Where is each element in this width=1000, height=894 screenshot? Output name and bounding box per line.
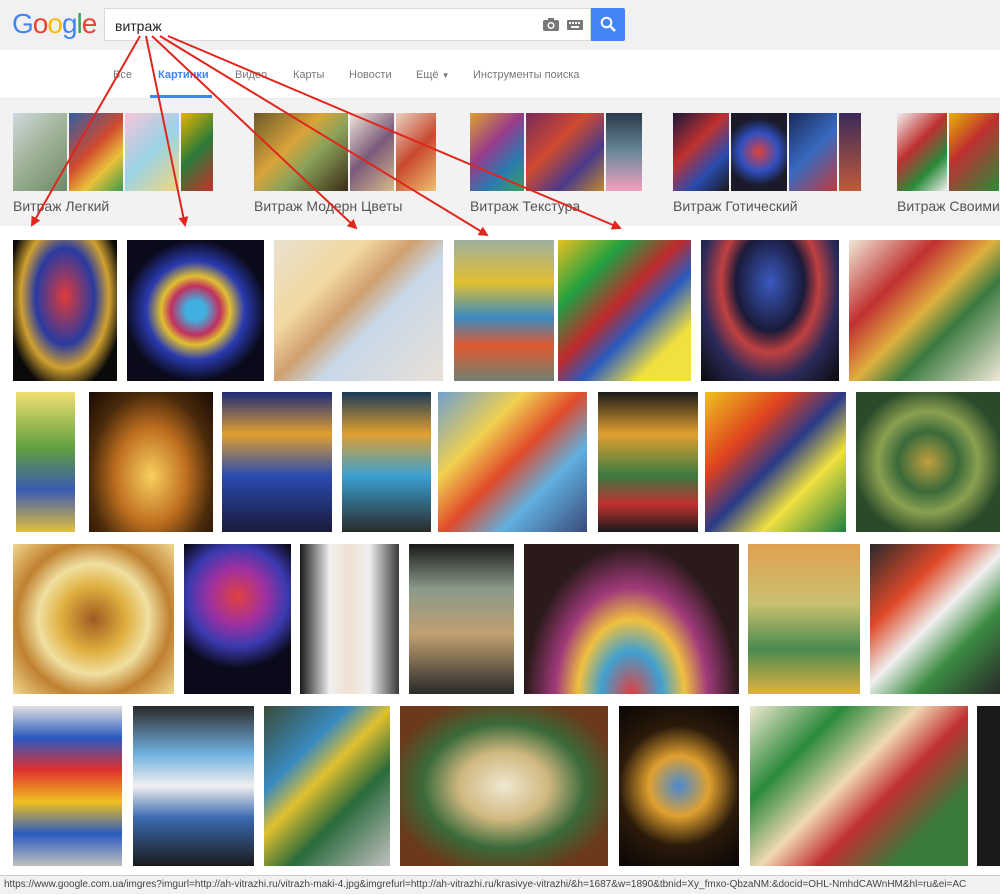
active-tab-indicator (150, 95, 212, 98)
chip-thumbnails (254, 113, 436, 191)
chip-thumbnails (470, 113, 642, 191)
image-result[interactable] (400, 706, 608, 866)
tab-maps[interactable]: Карты (293, 69, 324, 81)
logo-letter: o (47, 8, 63, 39)
tab-all[interactable]: Все (113, 69, 132, 81)
tab-more-label: Ещё (416, 69, 439, 81)
chip-label: Витраж Своими (897, 198, 1000, 214)
logo-letter: e (81, 8, 98, 39)
related-chip-diy[interactable]: Витраж Своими (897, 113, 1000, 223)
image-result[interactable] (342, 392, 431, 532)
search-button[interactable] (591, 8, 625, 41)
status-bar-url: https://www.google.com.ua/imgres?imgurl=… (0, 875, 1000, 894)
image-result[interactable] (13, 706, 122, 866)
image-result[interactable] (977, 706, 1000, 866)
logo-letter: G (12, 8, 34, 39)
search-box (104, 8, 591, 41)
related-searches-bar: Витраж Легкий Витраж Модерн Цветы Витраж… (0, 99, 1000, 226)
tab-news[interactable]: Новости (349, 69, 392, 81)
camera-icon[interactable] (542, 17, 560, 32)
image-result[interactable] (300, 544, 399, 694)
image-result[interactable] (127, 240, 264, 381)
search-tabs: Все Картинки Видео Карты Новости Ещё ▼ И… (0, 50, 1000, 99)
logo-letter: g (61, 8, 78, 39)
search-icon (600, 16, 616, 32)
chip-label: Витраж Готический (673, 198, 798, 214)
top-bar: Google (0, 0, 1000, 50)
search-tools-button[interactable]: Инструменты поиска (473, 69, 580, 81)
related-chip-texture[interactable]: Витраж Текстура (470, 113, 642, 223)
image-result[interactable] (870, 544, 1000, 694)
image-result[interactable] (13, 240, 117, 381)
image-result[interactable] (705, 392, 846, 532)
chip-thumbnails (13, 113, 213, 191)
related-chip-modern-flowers[interactable]: Витраж Модерн Цветы (254, 113, 439, 223)
image-result[interactable] (849, 240, 1000, 381)
tab-more[interactable]: Ещё ▼ (416, 69, 450, 81)
image-result[interactable] (619, 706, 739, 866)
image-result[interactable] (856, 392, 1000, 532)
chip-thumbnails (897, 113, 999, 191)
image-result[interactable] (748, 544, 860, 694)
image-result[interactable] (454, 240, 554, 381)
tab-video[interactable]: Видео (235, 69, 267, 81)
search-input[interactable] (113, 14, 517, 38)
image-result[interactable] (274, 240, 443, 381)
chevron-down-icon: ▼ (441, 71, 450, 80)
image-result[interactable] (184, 544, 291, 694)
image-result[interactable] (222, 392, 332, 532)
image-result[interactable] (558, 240, 691, 381)
chip-label: Витраж Легкий (13, 198, 110, 214)
chip-thumbnails (673, 113, 861, 191)
image-result[interactable] (750, 706, 968, 866)
image-result[interactable] (16, 392, 75, 532)
chip-label: Витраж Текстура (470, 198, 581, 214)
related-chip-gothic[interactable]: Витраж Готический (673, 113, 868, 223)
image-result[interactable] (438, 392, 587, 532)
image-result[interactable] (409, 544, 514, 694)
chip-label: Витраж Модерн Цветы (254, 198, 403, 214)
keyboard-icon[interactable] (567, 20, 583, 30)
related-chip-light[interactable]: Витраж Легкий (13, 113, 223, 223)
image-result[interactable] (701, 240, 839, 381)
image-result[interactable] (524, 544, 739, 694)
image-result[interactable] (598, 392, 698, 532)
image-result[interactable] (264, 706, 390, 866)
tab-images[interactable]: Картинки (158, 69, 209, 81)
image-result[interactable] (89, 392, 213, 532)
google-logo[interactable]: Google (12, 8, 98, 40)
logo-letter: o (32, 8, 49, 39)
image-result[interactable] (133, 706, 254, 866)
image-result[interactable] (13, 544, 174, 694)
